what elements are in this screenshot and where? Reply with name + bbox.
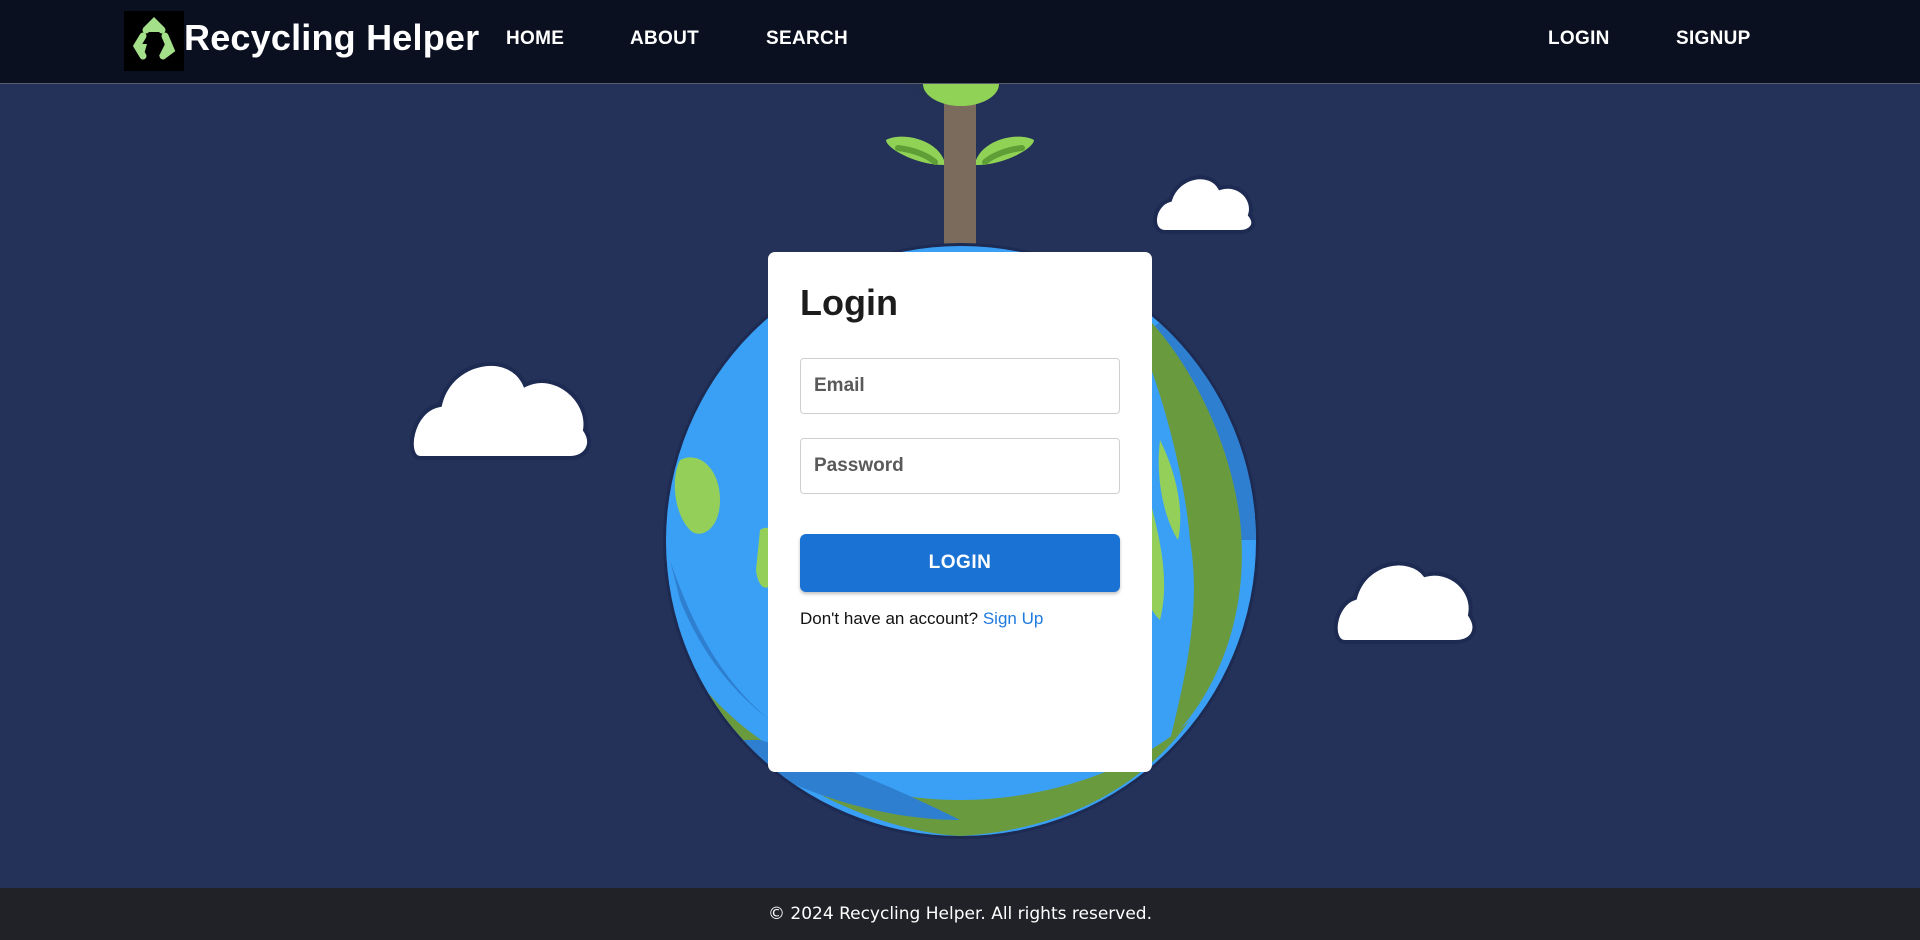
top-navbar: Recycling Helper HOME ABOUT SEARCH LOGIN… (0, 0, 1920, 84)
login-title: Login (800, 282, 898, 323)
nav-signup-link[interactable]: SIGNUP (1676, 28, 1751, 50)
footer-copyright: © 2024 Recycling Helper. All rights rese… (768, 904, 1152, 924)
logo[interactable] (124, 11, 184, 71)
login-button[interactable]: LOGIN (800, 534, 1120, 592)
brand-title[interactable]: Recycling Helper (184, 17, 479, 59)
cloud-icon-top-right (1153, 175, 1256, 234)
recycle-icon (132, 17, 176, 60)
nav-home-link[interactable]: HOME (506, 28, 564, 50)
login-card: Login LOGIN Don't have an account? Sign … (768, 252, 1152, 772)
nav-search-link[interactable]: SEARCH (766, 28, 848, 50)
cloud-icon-right (1333, 561, 1477, 644)
page-footer: © 2024 Recycling Helper. All rights rese… (0, 888, 1920, 940)
signup-prompt-row: Don't have an account? Sign Up (800, 609, 1043, 629)
nav-about-link[interactable]: ABOUT (630, 28, 699, 50)
sapling-icon (886, 62, 1034, 265)
cloud-icon-left (409, 362, 591, 460)
nav-login-link[interactable]: LOGIN (1548, 28, 1610, 50)
signup-prompt-text: Don't have an account? (800, 609, 983, 628)
signup-link[interactable]: Sign Up (983, 609, 1043, 628)
password-field[interactable] (800, 438, 1120, 494)
email-field[interactable] (800, 358, 1120, 414)
